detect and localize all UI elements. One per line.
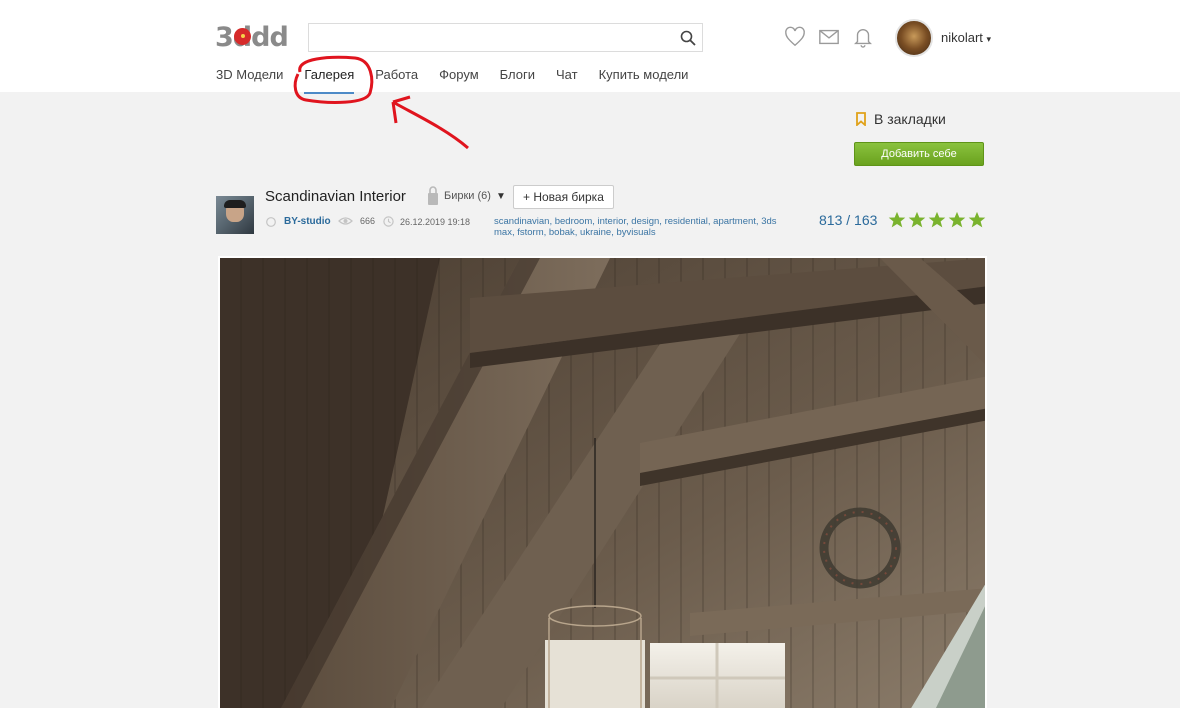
username-label: nikolart [941, 30, 983, 45]
author-meta: BY-studio [266, 216, 331, 227]
star-icon[interactable] [948, 211, 966, 229]
author-avatar[interactable] [216, 196, 254, 234]
main-nav: 3D Модели Галерея Работа Форум Блоги Чат… [216, 67, 709, 94]
star-icon[interactable] [908, 211, 926, 229]
mail-icon[interactable] [818, 26, 840, 48]
user-icon [266, 216, 276, 227]
search-icon[interactable] [680, 30, 696, 46]
user-avatar[interactable] [895, 19, 933, 57]
bookmark-link[interactable]: В закладки [856, 111, 946, 127]
chevron-down-icon: ▾ [986, 34, 992, 44]
nav-item-blogs[interactable]: Блоги [500, 67, 535, 82]
nav-item-forum[interactable]: Форум [439, 67, 479, 82]
nav-item-jobs[interactable]: Работа [375, 67, 418, 82]
bell-icon[interactable] [852, 26, 874, 48]
gallery-image[interactable] [218, 256, 987, 708]
tags-dropdown[interactable]: Бирки (6) ▼ [427, 186, 506, 206]
star-rating[interactable] [888, 211, 986, 229]
author-link[interactable]: BY-studio [284, 216, 331, 227]
caret-down-icon: ▼ [495, 190, 506, 202]
star-icon[interactable] [968, 211, 986, 229]
date-meta: 26.12.2019 19:18 [383, 216, 470, 227]
logo-text: 3ddd [215, 22, 289, 53]
site-header: 3ddd nikolart ▾ 3D Модели Галерея Работа… [0, 0, 1180, 94]
site-logo[interactable]: 3ddd [215, 22, 289, 54]
star-icon[interactable] [928, 211, 946, 229]
logo-ornament-icon [234, 28, 251, 45]
clock-icon [383, 216, 394, 227]
nav-item-gallery[interactable]: Галерея [304, 67, 354, 94]
views-count: 666 [360, 216, 376, 226]
new-tag-button[interactable]: + Новая бирка [513, 185, 614, 209]
nav-item-buy-models[interactable]: Купить модели [599, 67, 689, 82]
bookmark-label: В закладки [874, 111, 946, 127]
search-input[interactable] [309, 24, 669, 51]
bookmark-icon [856, 112, 866, 126]
rating-score: 813 / 163 [819, 212, 878, 228]
views-meta: 666 [338, 216, 375, 226]
nav-item-3d-models[interactable]: 3D Модели [216, 67, 283, 82]
publish-date: 26.12.2019 19:18 [400, 216, 471, 227]
work-title: Scandinavian Interior [265, 188, 406, 205]
attic-interior-render [220, 258, 985, 708]
tags-list[interactable]: scandinavian, bedroom, interior, design,… [494, 216, 788, 238]
search-bar [308, 23, 703, 52]
tags-dropdown-label: Бирки (6) [444, 190, 491, 202]
user-menu[interactable]: nikolart ▾ [941, 30, 991, 45]
tag-lock-icon [428, 186, 438, 205]
add-to-collection-button[interactable]: Добавить себе [854, 142, 984, 166]
heart-icon[interactable] [784, 26, 806, 48]
star-icon[interactable] [888, 211, 906, 229]
nav-item-chat[interactable]: Чат [556, 67, 578, 82]
eye-icon [338, 217, 353, 225]
